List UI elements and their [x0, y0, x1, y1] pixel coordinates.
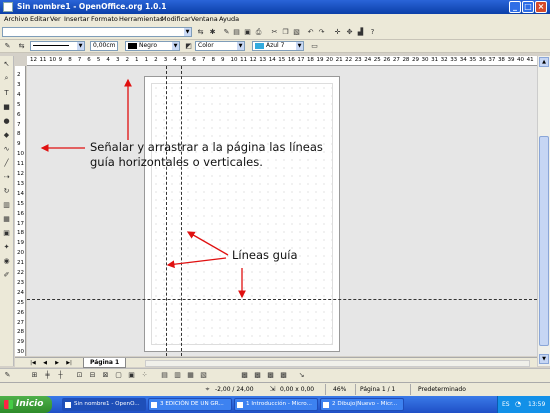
snap-grid-icon[interactable]: ⊡ [75, 371, 84, 380]
guides-when-moving-icon[interactable]: ┼ [56, 371, 65, 380]
tab-pagina-1[interactable]: Página 1 [83, 358, 127, 368]
status-separator [325, 384, 326, 395]
annotation-arrows [40, 78, 246, 299]
scroll-thumb[interactable] [539, 136, 549, 346]
horizontal-scrollbar[interactable] [145, 360, 530, 367]
taskbar-task[interactable]: 1 Introducción - Micro... [234, 398, 318, 411]
black-white-icon[interactable]: ▩ [266, 371, 275, 380]
windows-logo-icon [4, 400, 13, 409]
size-icon: ⇲ [269, 385, 276, 393]
arrow-to-vertical-guide [166, 257, 227, 269]
scroll-up-icon[interactable]: ▲ [539, 57, 549, 67]
start-button[interactable]: Inicio [0, 396, 52, 413]
status-position: -2,00 / 24,00 [215, 386, 254, 393]
status-page: Página 1 / 1 [360, 386, 396, 393]
status-separator [410, 384, 411, 395]
snap-frame-icon[interactable]: ▣ [127, 371, 136, 380]
status-style: Predeterminado [418, 386, 466, 393]
status-size: 0,00 x 0,00 [280, 386, 315, 393]
exit-all-groups-icon[interactable]: ↘ [297, 371, 306, 380]
options-toolbar: ✎ ⊞ ╪ ┼ ⊡ ⊟ ⊠ ▢ ▣ ⁘ ▤ ▥ ▦ ▧ ▩ ▩ ▩ ▩ ↘ [0, 368, 550, 382]
snap-points-icon[interactable]: ⁘ [140, 371, 149, 380]
rotation-mode-icon[interactable]: ✎ [3, 371, 12, 380]
status-bar: ⌖ -2,00 / 24,00 ⇲ 0,00 x 0,00 46% Página… [0, 382, 550, 396]
clock: 13:59 [528, 401, 546, 408]
select-text-area-icon[interactable]: ▥ [173, 371, 182, 380]
document-icon [65, 402, 71, 408]
taskbar-task[interactable]: 2 Dibujo|Nuevo - Micr... [320, 398, 404, 411]
prev-page-icon[interactable]: ◀ [41, 359, 49, 367]
position-icon: ⌖ [205, 385, 210, 393]
system-tray: ES ◔ 13:59 [497, 396, 550, 413]
color-mode-icon[interactable]: ▩ [240, 371, 249, 380]
windows-taskbar: Inicio Sin nombre1 - OpenO... 3 EDICIÓN … [0, 396, 550, 413]
guides-icon[interactable]: ╪ [43, 371, 52, 380]
speaker-icon[interactable]: ◔ [515, 400, 521, 408]
page-tab-bar: |◀ ◀ ▶ ▶| Página 1 [15, 357, 537, 368]
arrow-to-vertical-guide [186, 231, 229, 256]
last-page-icon[interactable]: ▶| [65, 359, 73, 367]
language-indicator[interactable]: ES [502, 401, 510, 408]
taskbar-task[interactable]: 3 EDICIÓN DE UN GR... [148, 398, 232, 411]
document-icon [151, 402, 157, 408]
status-zoom[interactable]: 46% [333, 386, 346, 393]
double-click-text-icon[interactable]: ▦ [186, 371, 195, 380]
next-page-icon[interactable]: ▶ [53, 359, 61, 367]
contour-icon[interactable]: ▧ [199, 371, 208, 380]
snap-border-icon[interactable]: ▢ [114, 371, 123, 380]
guide-lines-label: Líneas guía [232, 248, 298, 262]
grayscale-icon[interactable]: ▩ [253, 371, 262, 380]
word-icon [323, 402, 329, 408]
snap-margins-icon[interactable]: ⊠ [101, 371, 110, 380]
taskbar-task[interactable]: Sin nombre1 - OpenO... [62, 398, 146, 411]
allow-quick-edit-icon[interactable]: ▤ [160, 371, 169, 380]
start-label: Inicio [16, 399, 44, 409]
vertical-scrollbar[interactable]: ▲ ▼ [537, 56, 550, 366]
show-grid-icon[interactable]: ⊞ [30, 371, 39, 380]
status-separator [355, 384, 356, 395]
scroll-down-icon[interactable]: ▼ [539, 354, 549, 364]
snap-guides-icon[interactable]: ⊟ [88, 371, 97, 380]
contrast-icon[interactable]: ▩ [279, 371, 288, 380]
first-page-icon[interactable]: |◀ [29, 359, 37, 367]
word-icon [237, 402, 243, 408]
drag-instruction-label: Señalar y arrastrar a la página las líne… [90, 140, 323, 169]
